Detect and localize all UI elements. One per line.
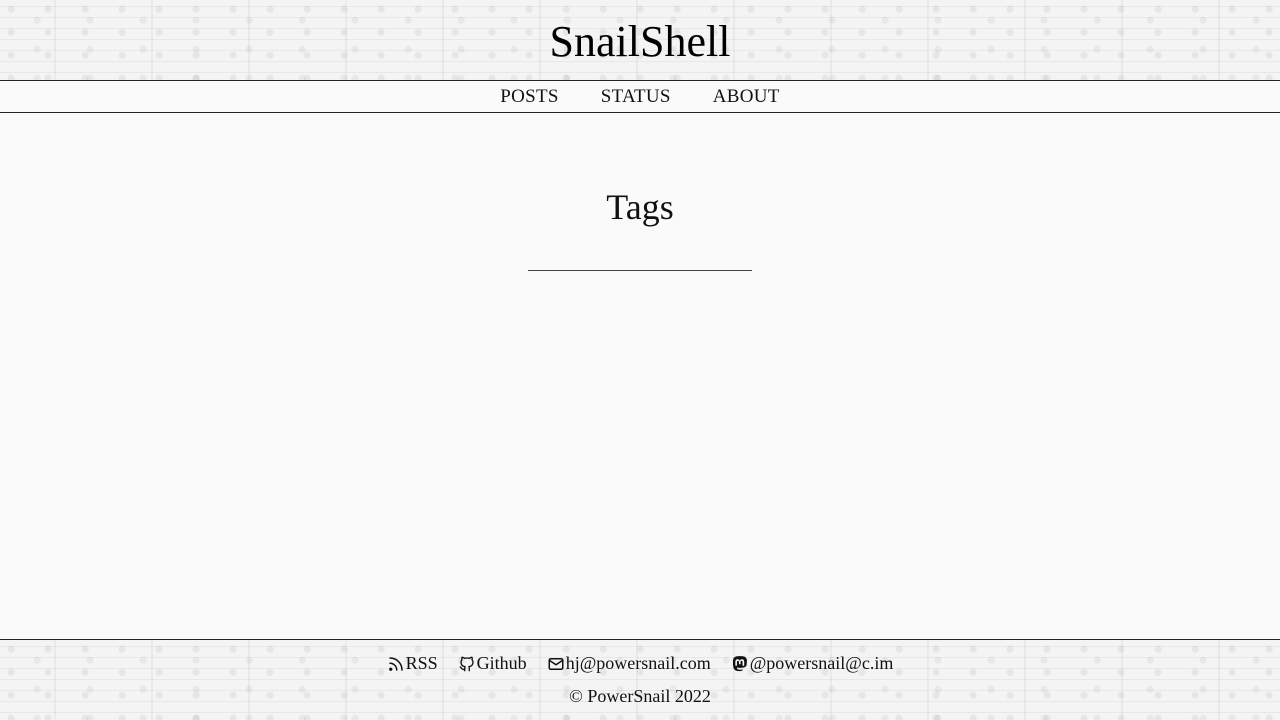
footer-link-github[interactable]: Github — [458, 653, 527, 674]
mail-icon — [547, 655, 565, 673]
rss-icon — [387, 655, 405, 673]
main-content: Tags — [0, 113, 1280, 639]
mastodon-icon — [731, 655, 749, 673]
footer-link-email-label: hj@powersnail.com — [565, 653, 711, 673]
footer-link-rss[interactable]: RSS — [387, 653, 438, 674]
footer-link-email[interactable]: hj@powersnail.com — [547, 653, 711, 674]
nav-item-posts[interactable]: POSTS — [500, 86, 559, 108]
footer-link-rss-label: RSS — [405, 653, 438, 673]
github-icon — [458, 655, 476, 673]
page-title: Tags — [606, 187, 674, 227]
page: SnailShell POSTS STATUS ABOUT Tags RSS G… — [0, 0, 1280, 720]
heading-divider — [528, 270, 752, 271]
site-header: SnailShell — [0, 0, 1280, 80]
footer-links: RSS Github hj@powersnail.com @powersnail… — [0, 653, 1280, 674]
site-footer: RSS Github hj@powersnail.com @powersnail… — [0, 639, 1280, 720]
footer-link-mastodon-label: @powersnail@c.im — [749, 653, 894, 673]
nav-item-about[interactable]: ABOUT — [713, 86, 780, 108]
site-title[interactable]: SnailShell — [0, 14, 1280, 70]
footer-link-mastodon[interactable]: @powersnail@c.im — [731, 653, 894, 674]
nav-item-status[interactable]: STATUS — [601, 86, 671, 108]
main-nav: POSTS STATUS ABOUT — [0, 80, 1280, 113]
footer-link-github-label: Github — [476, 653, 527, 673]
copyright-text: © PowerSnail 2022 — [569, 686, 711, 706]
